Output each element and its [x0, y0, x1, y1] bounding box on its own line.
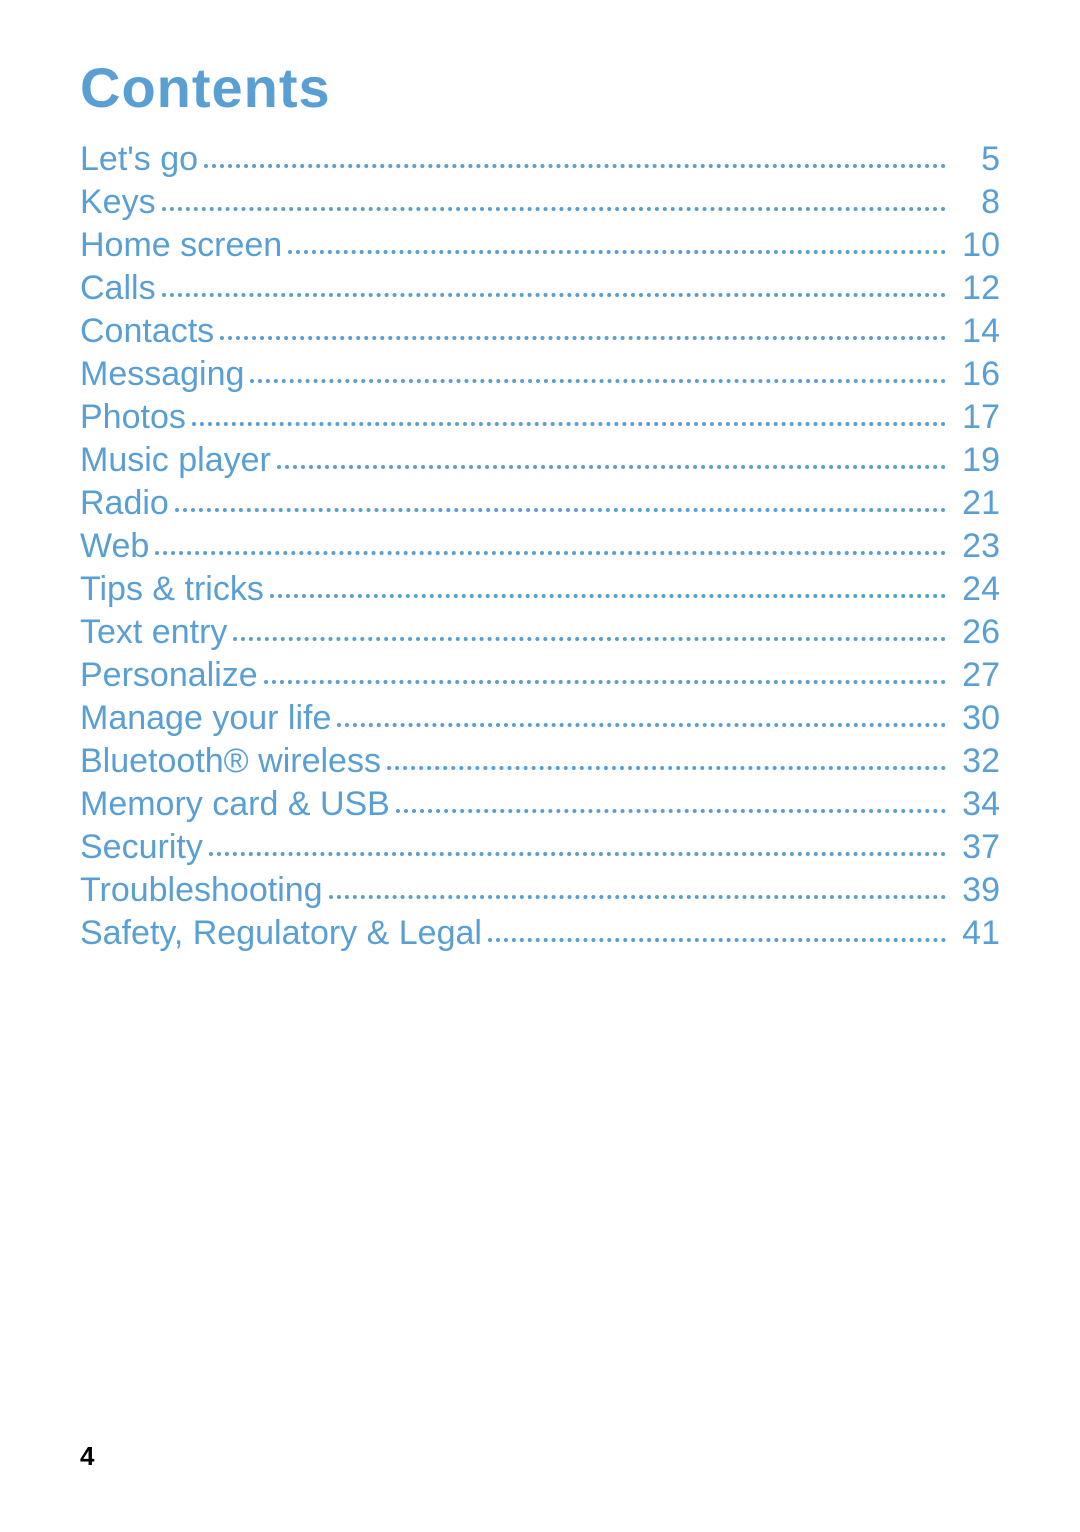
toc-page-number: 8	[952, 181, 1000, 224]
toc-entry: Messaging 16	[80, 353, 1000, 396]
toc-title-link[interactable]: Bluetooth® wireless	[80, 740, 381, 783]
toc-entry: Safety, Regulatory & Legal 41	[80, 912, 1000, 955]
toc-entry: Manage your life 30	[80, 697, 1000, 740]
toc-title-link[interactable]: Contacts	[80, 310, 214, 353]
toc-page-number: 41	[952, 912, 1000, 955]
toc-entry: Web 23	[80, 525, 1000, 568]
toc-leader	[250, 379, 946, 383]
toc-entry: Security 37	[80, 826, 1000, 869]
toc-entry: Contacts 14	[80, 310, 1000, 353]
toc-leader	[155, 551, 946, 555]
toc-page-number: 30	[952, 697, 1000, 740]
toc-page-number: 19	[952, 439, 1000, 482]
toc-leader	[288, 250, 946, 254]
toc-leader	[204, 164, 946, 168]
toc-leader	[387, 766, 946, 770]
toc-entry: Text entry 26	[80, 611, 1000, 654]
toc-entry: Radio 21	[80, 482, 1000, 525]
toc-page-number: 10	[952, 224, 1000, 267]
toc-leader	[488, 938, 946, 942]
toc-leader	[175, 508, 946, 512]
toc-title-link[interactable]: Manage your life	[80, 697, 331, 740]
toc-leader	[220, 336, 946, 340]
toc-entry: Keys 8	[80, 181, 1000, 224]
toc-title-link[interactable]: Calls	[80, 267, 156, 310]
toc-page-number: 26	[952, 611, 1000, 654]
toc-leader	[264, 680, 946, 684]
toc-title-link[interactable]: Photos	[80, 396, 186, 439]
toc-page-number: 23	[952, 525, 1000, 568]
toc-title-link[interactable]: Home screen	[80, 224, 282, 267]
toc-leader	[162, 207, 946, 211]
toc-entry: Bluetooth® wireless 32	[80, 740, 1000, 783]
contents-heading: Contents	[80, 55, 1000, 120]
toc-leader	[337, 723, 946, 727]
toc-leader	[192, 422, 946, 426]
toc-title-link[interactable]: Safety, Regulatory & Legal	[80, 912, 482, 955]
toc-entry: Troubleshooting 39	[80, 869, 1000, 912]
page-number: 4	[80, 1441, 94, 1472]
toc-title-link[interactable]: Radio	[80, 482, 169, 525]
toc-leader	[277, 465, 946, 469]
toc-page-number: 37	[952, 826, 1000, 869]
toc-leader	[270, 594, 946, 598]
toc-title-link[interactable]: Tips & tricks	[80, 568, 264, 611]
toc-entry: Home screen 10	[80, 224, 1000, 267]
toc-title-link[interactable]: Messaging	[80, 353, 244, 396]
toc-leader	[233, 637, 946, 641]
toc-entry: Let's go 5	[80, 138, 1000, 181]
toc-title-link[interactable]: Troubleshooting	[80, 869, 323, 912]
toc-page-number: 16	[952, 353, 1000, 396]
toc-title-link[interactable]: Text entry	[80, 611, 227, 654]
toc-page-number: 34	[952, 783, 1000, 826]
toc-page-number: 32	[952, 740, 1000, 783]
toc-page-number: 24	[952, 568, 1000, 611]
toc-title-link[interactable]: Memory card & USB	[80, 783, 390, 826]
toc-entry: Music player 19	[80, 439, 1000, 482]
toc-entry: Calls 12	[80, 267, 1000, 310]
toc-leader	[162, 293, 946, 297]
toc-title-link[interactable]: Music player	[80, 439, 271, 482]
toc-entry: Memory card & USB 34	[80, 783, 1000, 826]
toc-entry: Personalize 27	[80, 654, 1000, 697]
toc-page-number: 27	[952, 654, 1000, 697]
toc-leader	[209, 852, 946, 856]
toc-entry: Tips & tricks 24	[80, 568, 1000, 611]
toc-page-number: 14	[952, 310, 1000, 353]
toc-leader	[396, 809, 946, 813]
toc-page-number: 12	[952, 267, 1000, 310]
toc-list: Let's go 5 Keys 8 Home screen 10 Calls 1…	[80, 138, 1000, 955]
toc-title-link[interactable]: Personalize	[80, 654, 258, 697]
toc-title-link[interactable]: Web	[80, 525, 149, 568]
toc-title-link[interactable]: Security	[80, 826, 203, 869]
toc-page-number: 5	[952, 138, 1000, 181]
toc-entry: Photos 17	[80, 396, 1000, 439]
toc-page-number: 17	[952, 396, 1000, 439]
toc-page-number: 39	[952, 869, 1000, 912]
toc-leader	[329, 895, 946, 899]
toc-page-number: 21	[952, 482, 1000, 525]
toc-title-link[interactable]: Keys	[80, 181, 156, 224]
toc-title-link[interactable]: Let's go	[80, 138, 198, 181]
